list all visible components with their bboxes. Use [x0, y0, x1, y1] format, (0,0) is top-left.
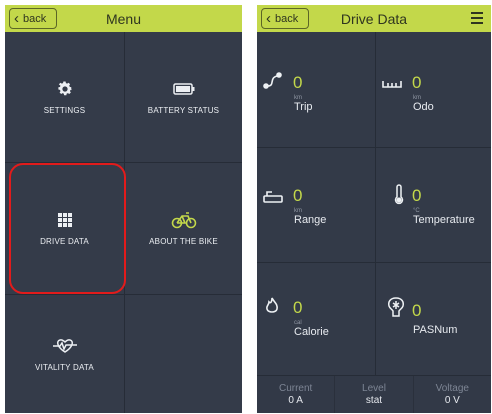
trip-cell: 0 km Trip [257, 32, 375, 147]
menu-icon[interactable] [471, 12, 483, 24]
flame-icon [265, 297, 279, 320]
drive-back-button[interactable]: ‹ back [261, 8, 309, 29]
vitality-data-label: VITALITY DATA [35, 362, 94, 372]
menu-screen: ‹ back Menu SETTINGS BATTERY STATUS DRIV… [5, 5, 242, 413]
pasnum-label: PASNum [413, 324, 458, 336]
divider [257, 147, 491, 148]
drive-header: ‹ back Drive Data [257, 5, 491, 32]
chevron-left-icon: ‹ [266, 10, 271, 27]
level-readout: Level stat [335, 376, 414, 413]
about-bike-label: ABOUT THE BIKE [149, 237, 218, 246]
pas-icon [387, 297, 405, 322]
odo-cell: 0 km Odo [376, 32, 491, 147]
bike-icon [171, 211, 197, 229]
thermometer-icon [394, 184, 404, 211]
range-cell: 0 km Range [257, 148, 375, 262]
level-value: stat [365, 395, 383, 406]
calorie-label: Calorie [294, 326, 329, 338]
current-label: Current [278, 383, 313, 394]
voltage-value: 0 V [444, 395, 460, 406]
back-label: back [275, 12, 299, 25]
empty-tile [125, 295, 242, 413]
trip-value: 0 [293, 73, 303, 92]
voltage-label: Voltage [435, 383, 469, 394]
divider [5, 294, 242, 295]
odo-value: 0 [412, 73, 422, 92]
voltage-readout: Voltage 0 V [414, 376, 491, 413]
temperature-label: Temperature [413, 214, 475, 226]
menu-header: ‹ back Menu [5, 5, 242, 32]
menu-back-button[interactable]: ‹ back [9, 8, 57, 29]
settings-label: SETTINGS [43, 105, 86, 115]
battery-icon [172, 80, 195, 98]
battery-status-tile[interactable]: BATTERY STATUS [125, 32, 242, 162]
temperature-cell: 0 °C Temperature [376, 148, 491, 262]
pasnum-value: 0 [412, 301, 422, 320]
calorie-value: 0 [293, 298, 303, 317]
odo-label: Odo [413, 101, 434, 113]
current-readout: Current 0 A [257, 376, 336, 413]
battery-status-label: BATTERY STATUS [147, 105, 220, 115]
about-bike-tile[interactable]: ABOUT THE BIKE [125, 163, 242, 294]
chevron-left-icon: ‹ [14, 10, 19, 27]
divider [375, 32, 376, 375]
selection-highlight [9, 163, 126, 294]
ruler-icon [382, 76, 402, 94]
level-label: Level [362, 383, 386, 394]
range-label: Range [294, 214, 327, 226]
settings-tile[interactable]: SETTINGS [5, 32, 124, 162]
current-value: 0 A [288, 395, 303, 406]
trip-label: Trip [294, 101, 313, 113]
divider [257, 262, 491, 263]
drive-data-screen: ‹ back Drive Data 0 km Trip 0 km Odo 0 k… [257, 5, 491, 413]
range-value: 0 [293, 186, 303, 205]
back-label: back [23, 12, 47, 25]
gear-icon [56, 80, 74, 98]
temperature-value: 0 [412, 186, 422, 205]
calorie-cell: 0 cal Calorie [257, 263, 375, 375]
range-icon [263, 190, 283, 209]
pasnum-cell: 0 PASNum [376, 263, 491, 375]
vitality-data-tile[interactable]: VITALITY DATA [5, 295, 124, 413]
route-icon [263, 72, 283, 95]
heart-pulse-icon [52, 337, 78, 355]
status-bar: Current 0 A Level stat Voltage 0 V [257, 376, 491, 413]
